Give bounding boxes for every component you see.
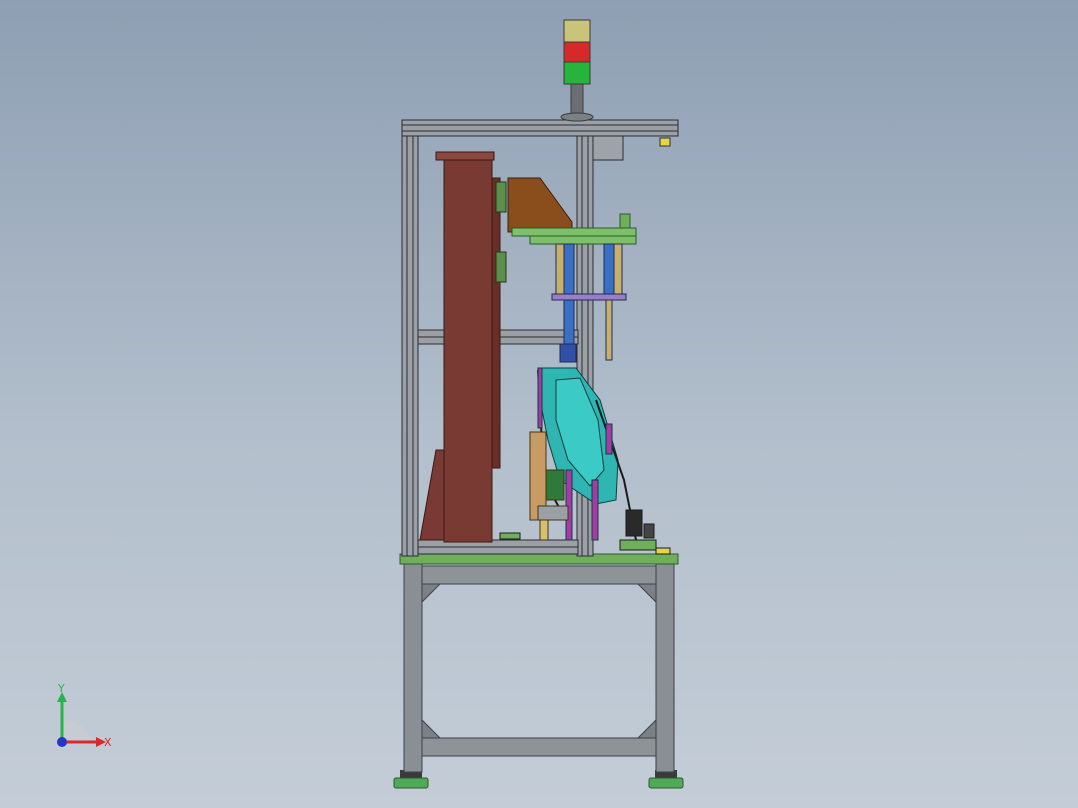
z-axis-marker — [57, 737, 67, 747]
cabinet-panel — [419, 151, 501, 543]
x-axis-label: X — [104, 736, 112, 749]
stack-light — [560, 19, 594, 122]
leveling-feet — [393, 770, 684, 789]
y-axis-label: Y — [57, 682, 65, 695]
axis-triad[interactable]: Y X — [40, 680, 130, 760]
machine-model[interactable] — [0, 0, 1078, 808]
table-top — [399, 553, 679, 565]
axis-triad-graphic: Y X — [57, 682, 112, 749]
lower-stand — [403, 561, 675, 773]
cad-viewport[interactable]: Y X — [0, 0, 1078, 808]
mounting-bracket — [507, 177, 573, 233]
